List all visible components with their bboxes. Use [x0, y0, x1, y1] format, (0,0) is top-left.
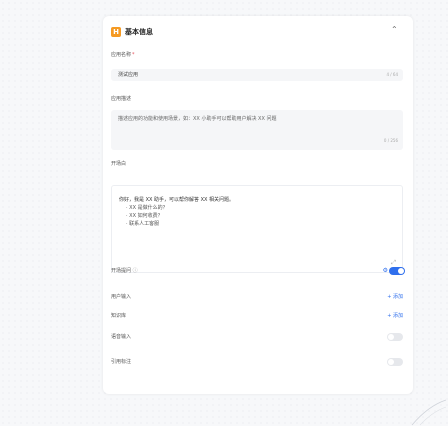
section-header: H 基本信息 — [111, 27, 153, 37]
description-text: 描述应用的功能和使用场景，如：XX 小助手可以帮助用户解决 XX 问题 — [118, 116, 277, 122]
suggestions-toggle[interactable] — [389, 267, 405, 275]
basic-info-card: H 基本信息 ⌃ 应用名称* 测试应用 4 / 64 应用描述 描述应用的功能和… — [103, 16, 413, 394]
opening-line: · 联系人工客服 — [126, 221, 160, 227]
voice-input-label: 语音输入 — [111, 334, 132, 340]
toggle-knob — [388, 334, 394, 340]
citation-label: 引用标注 — [111, 359, 132, 365]
app-logo-icon: H — [111, 27, 121, 37]
description-label: 应用描述 — [111, 96, 132, 102]
variables-label: 用户输入 — [111, 294, 132, 300]
info-icon[interactable]: ⓘ — [133, 268, 138, 274]
resize-handle-icon[interactable]: ⤢ — [391, 259, 396, 267]
add-variable-button[interactable]: + 添加 — [387, 293, 403, 300]
suggestions-label: 开场提问 ⓘ — [111, 267, 138, 274]
app-name-value: 测试应用 — [118, 72, 139, 78]
opening-line: · XX 如何收费？ — [126, 213, 163, 219]
voice-input-toggle[interactable] — [387, 333, 403, 341]
description-counter: 0 / 256 — [383, 138, 398, 143]
citation-toggle[interactable] — [387, 358, 403, 366]
section-title: 基本信息 — [125, 28, 153, 36]
app-name-input[interactable]: 测试应用 4 / 64 — [111, 69, 403, 81]
suggestions-label-text: 开场提问 — [111, 268, 132, 274]
opening-line: 你好，我是 XX 助手，可以帮你解答 XX 相关问题。 — [119, 197, 235, 203]
add-knowledge-button[interactable]: + 添加 — [387, 312, 403, 319]
opening-line: · XX 是做什么的？ — [126, 205, 168, 211]
required-mark: * — [132, 52, 135, 58]
knowledge-label: 知识库 — [111, 313, 127, 319]
app-name-counter: 4 / 64 — [386, 72, 398, 77]
app-name-label: 应用名称* — [111, 51, 135, 58]
app-name-label-text: 应用名称 — [111, 52, 132, 58]
description-textarea[interactable]: 描述应用的功能和使用场景，如：XX 小助手可以帮助用户解决 XX 问题 0 / … — [111, 110, 403, 150]
toggle-knob — [398, 268, 404, 274]
collapse-chevron-icon[interactable]: ⌃ — [391, 25, 398, 34]
decorative-curve — [411, 399, 447, 426]
opening-label: 开场白 — [111, 161, 127, 167]
settings-icon[interactable]: ⚙ — [383, 267, 388, 274]
opening-textarea[interactable]: 你好，我是 XX 助手，可以帮你解答 XX 相关问题。 · XX 是做什么的？ … — [111, 185, 403, 273]
toggle-knob — [388, 359, 394, 365]
